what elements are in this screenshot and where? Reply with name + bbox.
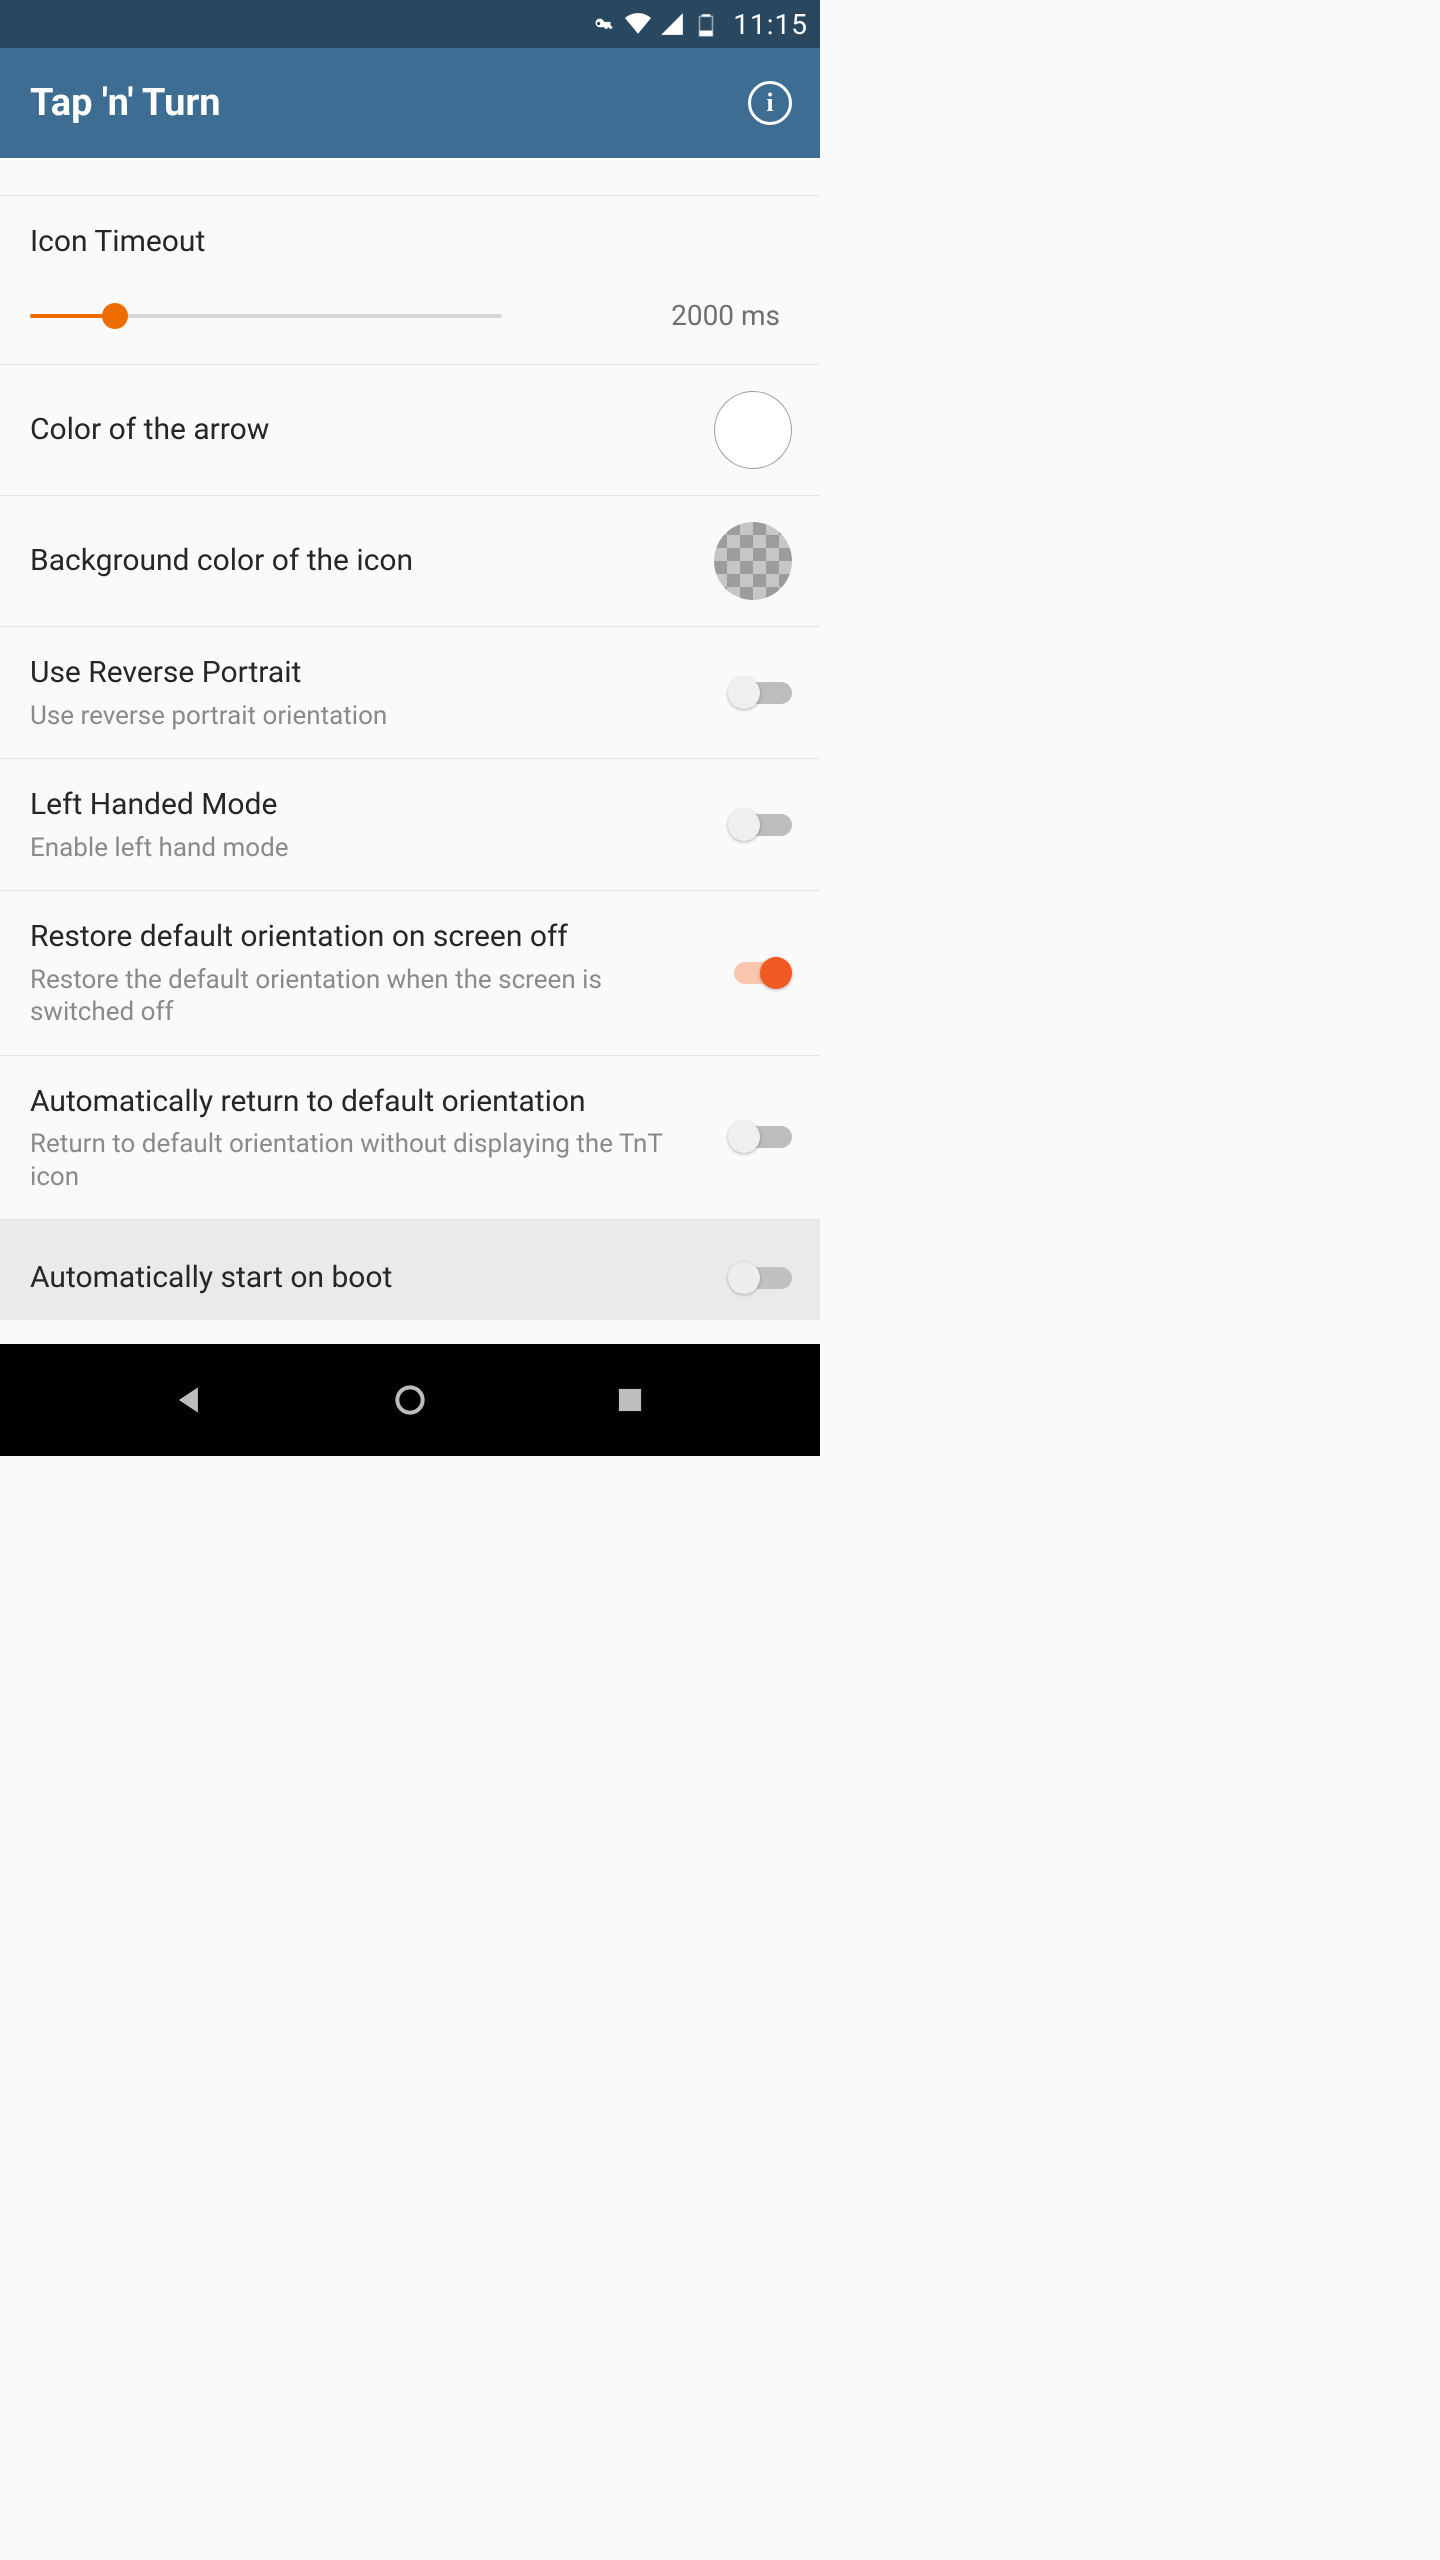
setting-title: Color of the arrow bbox=[30, 410, 694, 451]
restore-default-switch[interactable] bbox=[728, 953, 792, 993]
setting-title: Automatically start on boot bbox=[30, 1258, 708, 1299]
nav-recent-button[interactable] bbox=[610, 1380, 650, 1420]
setting-auto-return[interactable]: Automatically return to default orientat… bbox=[0, 1056, 820, 1221]
setting-title: Use Reverse Portrait bbox=[30, 653, 708, 694]
info-button[interactable]: i bbox=[748, 81, 792, 125]
cell-signal-icon bbox=[659, 11, 685, 37]
setting-icon-timeout[interactable]: Icon Timeout 2000 ms bbox=[0, 196, 820, 365]
wifi-icon bbox=[625, 11, 651, 37]
setting-arrow-color[interactable]: Color of the arrow bbox=[0, 365, 820, 496]
nav-back-button[interactable] bbox=[170, 1380, 210, 1420]
setting-bg-color[interactable]: Background color of the icon bbox=[0, 496, 820, 627]
slider-thumb[interactable] bbox=[102, 303, 128, 329]
battery-icon bbox=[693, 11, 719, 37]
back-icon bbox=[171, 1381, 209, 1419]
setting-title: Background color of the icon bbox=[30, 541, 694, 582]
left-handed-switch[interactable] bbox=[728, 805, 792, 845]
setting-reverse-portrait[interactable]: Use Reverse Portrait Use reverse portrai… bbox=[0, 627, 820, 759]
auto-return-switch[interactable] bbox=[728, 1117, 792, 1157]
arrow-color-swatch[interactable] bbox=[714, 391, 792, 469]
status-bar: 11:15 bbox=[0, 0, 820, 48]
setting-start-on-boot[interactable]: Automatically start on boot bbox=[0, 1220, 820, 1320]
device-frame: 11:15 Tap 'n' Turn i Icon Timeout bbox=[0, 0, 820, 1456]
setting-restore-default[interactable]: Restore default orientation on screen of… bbox=[0, 891, 820, 1056]
recent-icon bbox=[611, 1381, 649, 1419]
nav-home-button[interactable] bbox=[390, 1380, 430, 1420]
vpn-key-icon bbox=[591, 11, 617, 37]
setting-title: Automatically return to default orientat… bbox=[30, 1082, 708, 1123]
icon-timeout-value: 2000 ms bbox=[671, 299, 790, 332]
setting-subtitle: Return to default orientation without di… bbox=[30, 1128, 708, 1193]
app-title: Tap 'n' Turn bbox=[30, 81, 221, 125]
start-on-boot-switch[interactable] bbox=[728, 1258, 792, 1298]
home-icon bbox=[391, 1381, 429, 1419]
setting-left-handed[interactable]: Left Handed Mode Enable left hand mode bbox=[0, 759, 820, 891]
setting-title: Left Handed Mode bbox=[30, 785, 708, 826]
info-icon: i bbox=[766, 88, 773, 118]
reverse-portrait-switch[interactable] bbox=[728, 673, 792, 713]
app-bar: Tap 'n' Turn i bbox=[0, 48, 820, 158]
settings-list[interactable]: Icon Timeout 2000 ms Color of the arrow bbox=[0, 158, 820, 1344]
screen: 11:15 Tap 'n' Turn i Icon Timeout bbox=[0, 0, 820, 1344]
setting-subtitle: Enable left hand mode bbox=[30, 832, 708, 865]
bg-color-swatch[interactable] bbox=[714, 522, 792, 600]
setting-subtitle: Use reverse portrait orientation bbox=[30, 700, 708, 733]
prev-row-peek bbox=[0, 158, 820, 196]
setting-title: Restore default orientation on screen of… bbox=[30, 917, 708, 958]
icon-timeout-slider[interactable] bbox=[30, 303, 502, 329]
setting-title: Icon Timeout bbox=[30, 224, 790, 259]
setting-subtitle: Restore the default orientation when the… bbox=[30, 964, 708, 1029]
status-icons bbox=[591, 11, 719, 37]
status-time: 11:15 bbox=[733, 8, 808, 41]
navigation-bar bbox=[0, 1344, 820, 1456]
